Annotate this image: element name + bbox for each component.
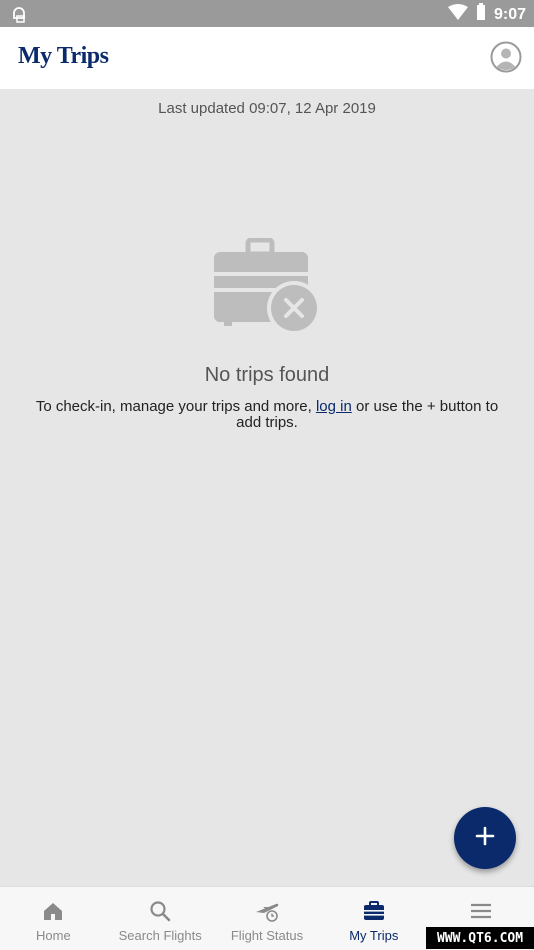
search-icon (149, 899, 171, 923)
flight-status-icon (254, 899, 280, 923)
login-link[interactable]: log in (316, 398, 352, 415)
battery-icon (476, 3, 486, 26)
nav-label-search-flights: Search Flights (118, 928, 202, 943)
empty-message-before: To check-in, manage your trips and more, (35, 398, 316, 415)
home-icon (42, 899, 64, 923)
app-bar: My Trips (0, 27, 534, 89)
last-updated-text: Last updated 09:07, 12 Apr 2019 (158, 100, 376, 117)
status-bar: 9:07 (0, 0, 534, 27)
nav-item-my-trips[interactable]: My Trips (320, 887, 427, 950)
nav-label-flight-status: Flight Status (230, 928, 304, 943)
wifi-icon (447, 4, 468, 25)
empty-state-message: To check-in, manage your trips and more,… (26, 399, 508, 431)
nav-item-home[interactable]: Home (0, 887, 107, 950)
suitcase-icon (363, 899, 385, 923)
nav-label-home: Home (36, 928, 71, 943)
nav-item-flight-status[interactable]: Flight Status (214, 887, 321, 950)
empty-state-title: No trips found (204, 364, 330, 386)
status-time: 9:07 (493, 5, 526, 23)
plus-icon (474, 825, 496, 852)
profile-icon (490, 41, 522, 77)
profile-button[interactable] (490, 41, 522, 73)
notification-icon (10, 4, 28, 29)
status-icons: 9:07 (447, 3, 526, 26)
menu-icon (470, 899, 492, 923)
nav-item-search-flights[interactable]: Search Flights (107, 887, 214, 950)
add-trip-button[interactable] (454, 807, 516, 869)
page-title: My Trips (18, 43, 109, 69)
suitcase-cross-icon (212, 237, 322, 339)
watermark: WWW.QT6.COM (426, 927, 534, 949)
nav-label-my-trips: My Trips (349, 928, 399, 943)
